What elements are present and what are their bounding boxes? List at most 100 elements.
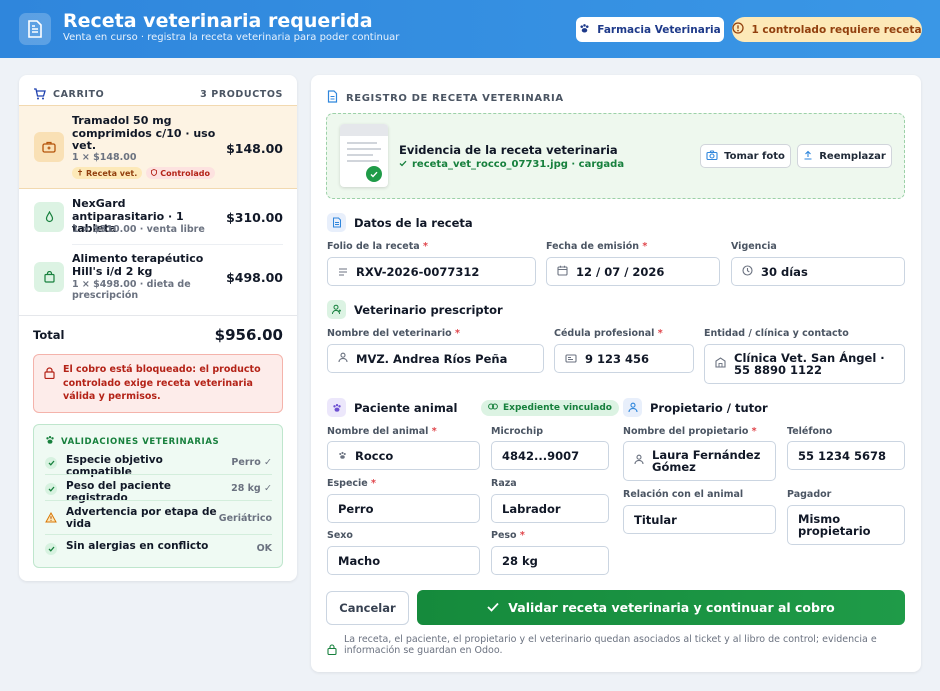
date-label: Fecha de emisión *: [546, 241, 648, 252]
lock-icon: [327, 640, 337, 659]
cart-item-nexgard[interactable]: NexGard antiparasitario · 1 tableta 1 × …: [19, 190, 297, 245]
pharmacy-button-label: Farmacia Veterinaria: [597, 23, 721, 36]
app-header: Receta veterinaria requerida Venta en cu…: [0, 0, 940, 58]
cart-total: Total $956.00: [33, 326, 283, 344]
validity-label: Vigencia: [731, 241, 777, 252]
check-icon: [45, 483, 57, 495]
evidence-file: receta_vet_rocco_07731.jpg · cargada: [399, 159, 624, 170]
shield-icon: [151, 168, 158, 178]
item-price: $310.00: [226, 210, 283, 225]
microchip-label: Microchip: [491, 426, 544, 437]
controlled-warning-badge[interactable]: 1 controlado requiere receta: [732, 17, 922, 42]
section-owner: Propietario / tutor: [623, 398, 768, 417]
alert-circle-icon: [732, 22, 745, 37]
owner-name-input[interactable]: Laura Fernández Gómez: [623, 441, 776, 481]
check-icon: [399, 159, 407, 170]
calendar-icon: [557, 265, 568, 279]
breed-label: Raza: [491, 478, 517, 489]
pharmacy-button[interactable]: Farmacia Veterinaria: [576, 17, 724, 42]
linked-record-badge[interactable]: Expediente vinculado: [481, 400, 619, 416]
folio-label: Folio de la receta *: [327, 241, 428, 252]
vet-name-input[interactable]: MVZ. Andrea Ríos Peña: [327, 344, 544, 373]
take-photo-button[interactable]: Tomar foto: [700, 144, 791, 168]
total-label: Total: [33, 328, 65, 342]
tag-receta-vet: Receta vet.: [72, 167, 143, 179]
total-value: $956.00: [214, 326, 283, 344]
pin-icon: [77, 169, 83, 178]
evidence-title: Evidencia de la receta veterinaria: [399, 143, 618, 157]
species-label: Especie *: [327, 478, 376, 489]
check-icon: [45, 543, 57, 555]
validate-button[interactable]: Validar receta veterinaria y continuar a…: [417, 590, 905, 625]
weight-input[interactable]: 28 kg: [491, 546, 609, 575]
item-name: Tramadol 50 mg comprimidos c/10 · uso ve…: [72, 114, 216, 152]
validations-title: VALIDACIONES VETERINARIAS: [61, 436, 220, 447]
clock-icon: [742, 264, 753, 279]
cart-icon: [33, 85, 46, 104]
tag-controlado: Controlado: [146, 167, 215, 179]
relation-input[interactable]: Titular: [623, 505, 776, 534]
footnote-text: La receta, el paciente, el propietario y…: [344, 634, 877, 656]
form-doc-icon: [327, 90, 338, 106]
animal-name-input[interactable]: Rocco: [327, 441, 480, 470]
item-meta: 1 × $148.00: [72, 152, 137, 163]
sex-input[interactable]: Macho: [327, 546, 480, 575]
cart-count: 3 PRODUCTOS: [200, 88, 283, 100]
validity-input[interactable]: 30 días: [731, 257, 905, 286]
paw-icon: [579, 23, 590, 37]
animal-name-label: Nombre del animal *: [327, 426, 437, 437]
weight-label: Peso *: [491, 530, 525, 541]
vet-name-label: Nombre del veterinario *: [327, 328, 460, 339]
validation-row: Advertencia por etapa de vida Geriátrico: [34, 501, 282, 535]
microchip-input[interactable]: 4842...9007: [491, 441, 609, 470]
check-icon: [487, 600, 499, 615]
building-icon: [715, 357, 726, 371]
prescription-doc-icon: [19, 13, 51, 45]
sex-label: Sexo: [327, 530, 353, 541]
cancel-button[interactable]: Cancelar: [326, 591, 409, 625]
person-icon: [338, 352, 348, 366]
cart-item-hills[interactable]: Alimento terapéutico Hill's i/d 2 kg 1 ×…: [19, 245, 297, 307]
prescription-thumbnail: [340, 124, 388, 187]
folio-input[interactable]: RXV-2026-0077312: [327, 257, 536, 286]
phone-label: Teléfono: [787, 426, 833, 437]
prescription-form: REGISTRO DE RECETA VETERINARIA Evidencia…: [311, 75, 921, 672]
camera-icon: [706, 149, 718, 163]
form-title: REGISTRO DE RECETA VETERINARIA: [346, 92, 564, 104]
cart-item-tramadol[interactable]: Tramadol 50 mg comprimidos c/10 · uso ve…: [19, 105, 297, 189]
item-meta: 1 × $310.00 · venta libre: [72, 224, 205, 235]
cart-label: CARRITO: [53, 88, 105, 100]
payer-input[interactable]: Mismo propietario: [787, 505, 905, 545]
page-title: Receta veterinaria requerida: [63, 10, 373, 32]
cart-panel: CARRITO 3 PRODUCTOS Tramadol 50 mg compr…: [19, 75, 297, 581]
license-input[interactable]: 9 123 456: [554, 344, 694, 373]
breed-input[interactable]: Labrador: [491, 494, 609, 523]
person-icon: [634, 454, 644, 468]
vet-person-icon: [327, 300, 346, 319]
date-input[interactable]: 12 / 07 / 2026: [546, 257, 720, 286]
replace-button[interactable]: Reemplazar: [797, 144, 892, 168]
bag-icon: [34, 262, 64, 292]
blocked-alert: El cobro está bloqueado: el producto con…: [33, 354, 283, 413]
paw-icon: [338, 449, 347, 463]
paw-icon: [327, 398, 346, 417]
paw-icon: [45, 435, 55, 448]
item-meta: 1 × $498.00 · dieta de prescripción: [72, 279, 191, 301]
item-price: $498.00: [226, 270, 283, 285]
lines-icon: [338, 265, 348, 279]
medkit-icon: [34, 132, 64, 162]
controlled-warning-label: 1 controlado requiere receta: [751, 23, 922, 36]
species-input[interactable]: Perro: [327, 494, 480, 523]
section-vet: Veterinario prescriptor: [327, 300, 503, 319]
relation-label: Relación con el animal: [623, 489, 744, 500]
check-circle-icon: [366, 166, 382, 182]
clinic-label: Entidad / clínica y contacto: [704, 328, 849, 339]
clinic-input[interactable]: Clínica Vet. San Ángel · 55 8890 1122: [704, 344, 905, 384]
section-prescription: Datos de la receta: [327, 213, 473, 232]
person-icon: [623, 398, 642, 417]
document-icon: [327, 213, 346, 232]
license-label: Cédula profesional *: [554, 328, 663, 339]
phone-input[interactable]: 55 1234 5678: [787, 441, 905, 470]
evidence-box: Evidencia de la receta veterinaria recet…: [326, 113, 905, 199]
owner-name-label: Nombre del propietario *: [623, 426, 757, 437]
